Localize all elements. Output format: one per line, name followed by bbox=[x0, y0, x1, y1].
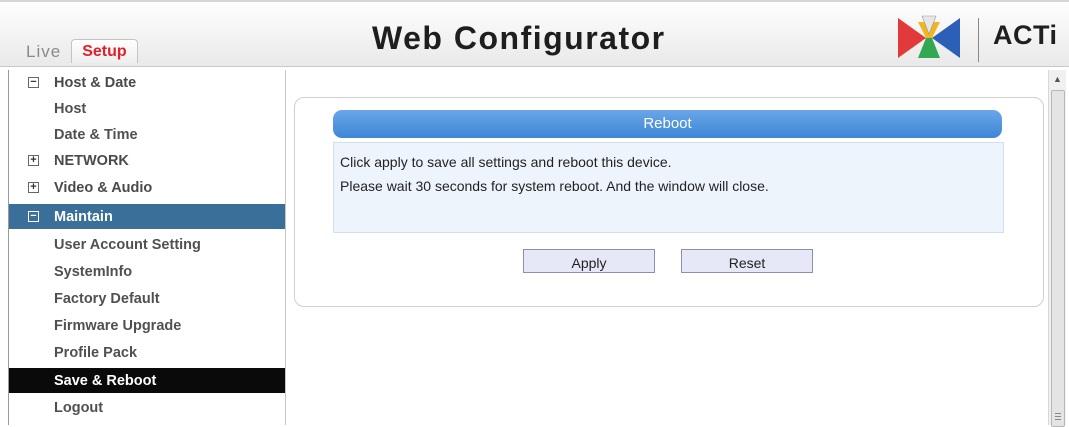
sidebar-item-label: Maintain bbox=[54, 208, 113, 225]
app-title: Web Configurator bbox=[372, 20, 666, 56]
sidebar-menu: − Host & Date Host Date & Time + NETWORK… bbox=[8, 70, 286, 425]
reboot-message-line-1: Click apply to save all settings and reb… bbox=[340, 154, 672, 170]
sidebar-item-save-reboot[interactable]: Save & Reboot bbox=[9, 368, 285, 393]
sidebar-item-video-audio[interactable]: + Video & Audio bbox=[9, 175, 285, 200]
tab-live[interactable]: Live bbox=[14, 40, 71, 62]
sidebar-item-maintain[interactable]: − Maintain bbox=[9, 204, 285, 229]
grip-line bbox=[1055, 413, 1061, 414]
sidebar-item-user-account-setting[interactable]: User Account Setting bbox=[9, 232, 285, 257]
reset-button[interactable]: Reset bbox=[681, 249, 813, 273]
sidebar-item-label: NETWORK bbox=[54, 152, 129, 169]
sidebar-item-profile-pack[interactable]: Profile Pack bbox=[9, 340, 285, 365]
top-divider bbox=[0, 0, 1069, 2]
plus-box-icon[interactable]: + bbox=[28, 155, 39, 166]
sidebar-item-label: Firmware Upgrade bbox=[54, 317, 182, 334]
minus-box-icon[interactable]: − bbox=[28, 211, 39, 222]
vertical-scrollbar[interactable]: ▲ bbox=[1048, 70, 1066, 427]
sidebar-item-label: Host & Date bbox=[54, 74, 137, 91]
minus-box-icon[interactable]: − bbox=[28, 77, 39, 88]
grip-line bbox=[1055, 416, 1061, 417]
sidebar-item-label: Date & Time bbox=[54, 126, 138, 143]
sidebar-item-date-time[interactable]: Date & Time bbox=[9, 122, 285, 147]
sidebar-item-label: Host bbox=[54, 100, 87, 117]
sidebar-item-host-date[interactable]: − Host & Date bbox=[9, 70, 285, 95]
panel-title: Reboot bbox=[333, 110, 1002, 138]
sidebar-item-label: User Account Setting bbox=[54, 236, 201, 253]
sidebar-item-label: Factory Default bbox=[54, 290, 160, 307]
scroll-thumb[interactable] bbox=[1051, 90, 1065, 427]
apply-button[interactable]: Apply bbox=[523, 249, 655, 273]
sidebar-item-label: Profile Pack bbox=[54, 344, 138, 361]
brand-name: ACTi bbox=[993, 20, 1058, 50]
header-bar: Live Setup Web Configurator ACTi bbox=[0, 0, 1069, 67]
sidebar-item-factory-default[interactable]: Factory Default bbox=[9, 286, 285, 311]
grip-line bbox=[1055, 419, 1061, 420]
sidebar-item-systeminfo[interactable]: SystemInfo bbox=[9, 259, 285, 284]
tab-setup[interactable]: Setup bbox=[71, 39, 138, 63]
sidebar-item-network[interactable]: + NETWORK bbox=[9, 148, 285, 173]
sidebar-item-label: Logout bbox=[54, 399, 104, 416]
acti-logo-icon bbox=[898, 15, 960, 58]
sidebar-item-label: Save & Reboot bbox=[54, 372, 157, 389]
mode-tabs: Live Setup bbox=[14, 38, 138, 64]
plus-box-icon[interactable]: + bbox=[28, 182, 39, 193]
logo-separator bbox=[978, 18, 979, 62]
sidebar-item-logout[interactable]: Logout bbox=[9, 395, 285, 420]
reboot-message-line-2: Please wait 30 seconds for system reboot… bbox=[340, 178, 769, 194]
sidebar-item-host[interactable]: Host bbox=[9, 96, 285, 121]
scroll-up-arrow-icon[interactable]: ▲ bbox=[1053, 74, 1062, 84]
sidebar-item-label: SystemInfo bbox=[54, 263, 133, 280]
sidebar-item-firmware-upgrade[interactable]: Firmware Upgrade bbox=[9, 313, 285, 338]
sidebar-item-label: Video & Audio bbox=[54, 179, 153, 196]
